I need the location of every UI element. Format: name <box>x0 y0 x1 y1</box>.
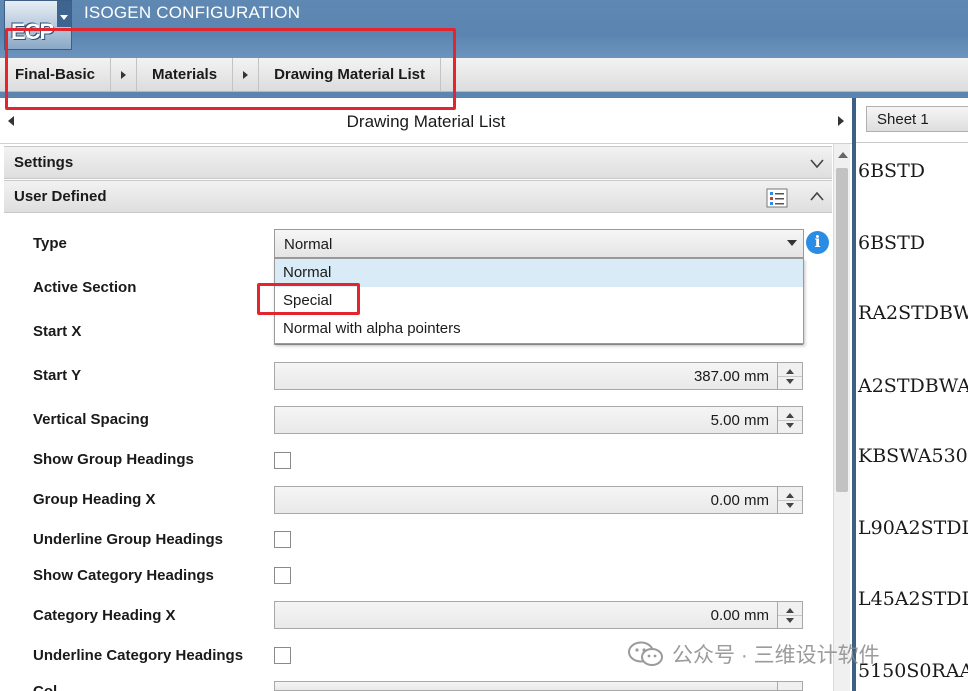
label-group-heading-x: Group Heading X <box>33 491 156 508</box>
section-settings-label: Settings <box>14 154 74 171</box>
spin-down-icon[interactable] <box>786 503 794 508</box>
wechat-icon <box>628 641 664 667</box>
label-category-heading-x: Category Heading X <box>33 607 176 624</box>
label-start-y: Start Y <box>33 367 82 384</box>
category-heading-x-field[interactable]: 0.00 mm <box>274 601 778 629</box>
vertical-scrollbar[interactable] <box>833 144 850 691</box>
spinner-divider <box>778 420 802 421</box>
section-settings[interactable]: Settings <box>4 146 832 179</box>
breadcrumb: Final-Basic Materials Drawing Material L… <box>0 58 968 92</box>
dropdown-option-normal-with-alpha-pointers[interactable]: Normal with alpha pointers <box>275 315 803 343</box>
breadcrumb-item-final-basic[interactable]: Final-Basic <box>0 58 112 91</box>
spin-up-icon[interactable] <box>786 493 794 498</box>
scrollbar-thumb[interactable] <box>836 168 848 492</box>
group-heading-x-spinner[interactable] <box>778 486 803 514</box>
spin-up-icon[interactable] <box>786 413 794 418</box>
nav-right-icon[interactable] <box>838 116 844 126</box>
group-heading-x-field[interactable]: 0.00 mm <box>274 486 778 514</box>
panel-title: Drawing Material List <box>346 112 506 131</box>
label-underline-category-headings: Underline Category Headings <box>33 647 244 664</box>
spin-down-icon[interactable] <box>786 379 794 384</box>
show-category-headings-checkbox[interactable] <box>274 567 291 584</box>
spinner-divider <box>778 376 802 377</box>
section-user-defined[interactable]: User Defined <box>4 180 832 213</box>
spinner-divider <box>778 615 802 616</box>
app-logo-text: ECP <box>11 19 54 44</box>
start-y-field[interactable]: 387.00 mm <box>274 362 778 390</box>
info-icon[interactable]: i <box>806 231 829 254</box>
vertical-spacing-spinner[interactable] <box>778 406 803 434</box>
material-code: 6BSTD <box>858 160 925 182</box>
chevron-up-icon[interactable] <box>810 190 824 204</box>
panel-header: Drawing Material List <box>0 98 852 144</box>
watermark: 公众号 · 三维设计软件 <box>628 640 880 668</box>
type-dropdown-list: Normal Special Normal with alpha pointer… <box>274 258 804 344</box>
sheet-tab[interactable]: Sheet 1 <box>866 106 968 132</box>
chevron-right-icon <box>121 70 127 79</box>
material-code: RA2STDBWAB <box>858 302 968 324</box>
partial-field[interactable] <box>274 681 778 691</box>
sheet-tab-label: Sheet 1 <box>877 111 929 128</box>
app-menu-dropdown-icon[interactable] <box>57 1 71 27</box>
checklist-icon[interactable] <box>766 188 788 208</box>
breadcrumb-item-materials[interactable]: Materials <box>137 58 234 91</box>
material-code: 6BSTD <box>858 232 925 254</box>
material-code: KBSWA5300 <box>858 445 968 467</box>
spin-up-icon[interactable] <box>786 608 794 613</box>
spinner-divider <box>778 500 802 501</box>
sheet-preview-panel: Sheet 1 6BSTD 6BSTD RA2STDBWAB A2STDBWAB… <box>852 98 968 691</box>
material-code: L90A2STDLL <box>858 517 968 539</box>
scroll-up-icon[interactable] <box>838 152 848 158</box>
underline-category-headings-checkbox[interactable] <box>274 647 291 664</box>
material-code: L45A2STDLL <box>858 588 968 610</box>
watermark-text: 公众号 · 三维设计软件 <box>672 644 880 667</box>
category-heading-x-spinner[interactable] <box>778 601 803 629</box>
breadcrumb-separator-button[interactable] <box>233 58 260 91</box>
chevron-down-icon[interactable] <box>810 156 824 170</box>
vertical-spacing-field[interactable]: 5.00 mm <box>274 406 778 434</box>
label-show-group-headings: Show Group Headings <box>33 451 194 468</box>
show-group-headings-checkbox[interactable] <box>274 452 291 469</box>
label-partial: Col <box>33 683 57 691</box>
breadcrumb-item-drawing-material-list[interactable]: Drawing Material List <box>259 58 441 91</box>
underline-group-headings-checkbox[interactable] <box>274 531 291 548</box>
label-start-x: Start X <box>33 323 82 340</box>
divider <box>856 142 968 143</box>
spin-down-icon[interactable] <box>786 618 794 623</box>
app-title: ISOGEN CONFIGURATION <box>84 3 301 22</box>
label-underline-group-headings: Underline Group Headings <box>33 531 224 548</box>
dropdown-option-normal[interactable]: Normal <box>275 259 803 287</box>
breadcrumb-separator-button[interactable] <box>111 58 138 91</box>
label-vertical-spacing: Vertical Spacing <box>33 411 149 428</box>
section-user-defined-label: User Defined <box>14 188 107 205</box>
label-active-section: Active Section <box>33 279 137 296</box>
spin-up-icon[interactable] <box>786 369 794 374</box>
type-select[interactable]: Normal <box>274 229 804 258</box>
material-code: A2STDBWAB <box>858 375 968 397</box>
chevron-right-icon <box>243 70 249 79</box>
dropdown-arrow-icon[interactable] <box>787 240 797 246</box>
title-bar: ECP ISOGEN CONFIGURATION <box>0 0 968 58</box>
app-logo-button[interactable]: ECP <box>4 0 72 50</box>
label-show-category-headings: Show Category Headings <box>33 567 214 584</box>
type-select-value: Normal <box>284 236 333 253</box>
spin-down-icon[interactable] <box>786 423 794 428</box>
partial-spinner[interactable] <box>778 681 803 691</box>
dropdown-option-special[interactable]: Special <box>275 287 803 315</box>
start-y-spinner[interactable] <box>778 362 803 390</box>
label-type: Type <box>33 235 67 252</box>
